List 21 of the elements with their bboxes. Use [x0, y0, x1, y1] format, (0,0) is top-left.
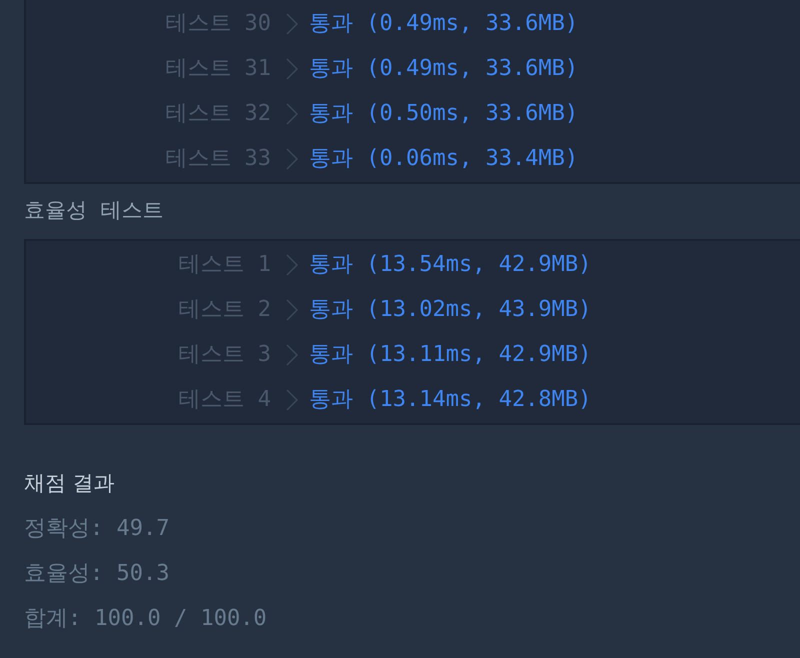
score-line: 효율성: 50.3 [24, 560, 170, 588]
chevron-icon [285, 344, 299, 366]
test-result: 통과 (0.50ms, 33.6MB) [309, 100, 578, 128]
test-result: 통과 (13.54ms, 42.9MB) [309, 251, 592, 279]
test-result: 통과 (13.14ms, 42.8MB) [309, 386, 592, 414]
test-result: 통과 (13.11ms, 42.9MB) [309, 341, 592, 369]
test-result: 통과 (13.02ms, 43.9MB) [309, 296, 592, 324]
chevron-icon [285, 58, 299, 80]
test-result: 통과 (0.49ms, 33.6MB) [309, 55, 578, 83]
chevron-icon [285, 148, 299, 170]
score-line: 합계: 100.0 / 100.0 [24, 605, 268, 633]
test-result: 통과 (0.49ms, 33.6MB) [309, 10, 578, 38]
chevron-icon [285, 254, 299, 276]
chevron-icon [285, 12, 299, 34]
section-title: 채점 결과 [24, 470, 116, 497]
chevron-icon [285, 102, 299, 124]
chevron-icon [285, 388, 299, 410]
section-title: 효율성 테스트 [24, 197, 164, 224]
score-line: 정확성: 49.7 [24, 515, 170, 543]
test-result: 통과 (0.06ms, 33.4MB) [309, 145, 578, 173]
chevron-icon [285, 298, 299, 320]
